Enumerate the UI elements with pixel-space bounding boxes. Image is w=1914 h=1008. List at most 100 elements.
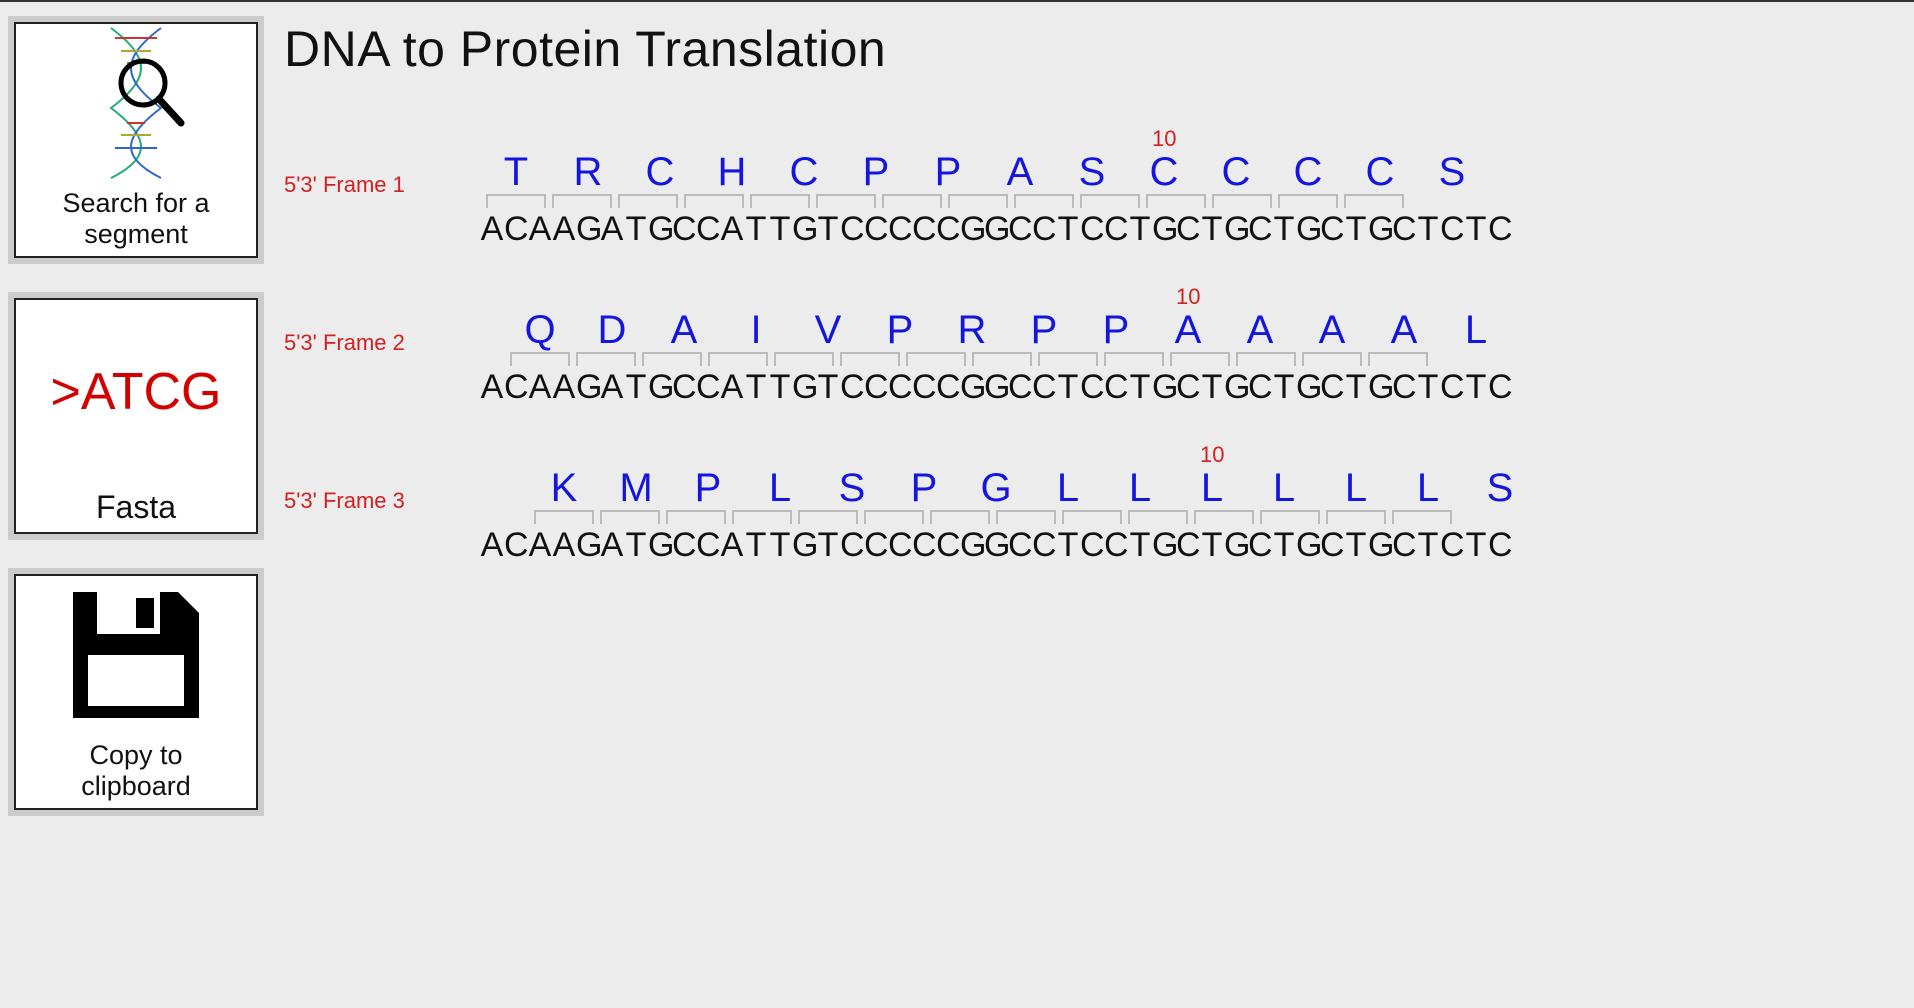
- codon-bracket: [1326, 510, 1386, 524]
- codon-bracket: [642, 352, 702, 366]
- nucleotide: T: [744, 526, 768, 565]
- codon-bracket: [1128, 510, 1188, 524]
- amino-acid: D: [576, 308, 648, 353]
- amino-acid: C: [768, 150, 840, 195]
- nucleotide: A: [720, 526, 744, 565]
- amino-acid: C: [1272, 150, 1344, 195]
- nucleotide: T: [1464, 368, 1488, 407]
- copy-clipboard-button[interactable]: Copy toclipboard: [8, 568, 264, 816]
- codon-bracket: [1104, 352, 1164, 366]
- nucleotide: G: [792, 368, 816, 407]
- codon-bracket: [534, 510, 594, 524]
- nucleotide: C: [504, 210, 528, 249]
- nucleotide: C: [912, 210, 936, 249]
- codon-bracket: [1146, 194, 1206, 208]
- amino-acid: R: [936, 308, 1008, 353]
- amino-acid: S: [1464, 466, 1536, 511]
- amino-acid: A: [1224, 308, 1296, 353]
- codon-bracket: [618, 194, 678, 208]
- nucleotide: C: [840, 368, 864, 407]
- amino-acid: P: [888, 466, 960, 511]
- amino-acid: P: [864, 308, 936, 353]
- codon-bracket: [750, 194, 810, 208]
- amino-acid: C: [1200, 150, 1272, 195]
- nucleotide: C: [672, 526, 696, 565]
- nucleotide: G: [648, 368, 672, 407]
- nucleotide: G: [984, 526, 1008, 565]
- nucleotide: T: [768, 210, 792, 249]
- amino-acid: A: [1296, 308, 1368, 353]
- amino-acid: L: [1176, 466, 1248, 511]
- nucleotide: G: [1368, 368, 1392, 407]
- amino-acid: Q: [504, 308, 576, 353]
- nucleotide: C: [672, 210, 696, 249]
- codon-bracket: [930, 510, 990, 524]
- nucleotide: C: [1488, 526, 1512, 565]
- nucleotide: A: [480, 210, 504, 249]
- app-root: Search for asegment >ATCG Fasta Copy toc…: [0, 2, 1914, 1008]
- amino-acid: P: [840, 150, 912, 195]
- frames-container: 5'3' Frame 110TRCHCPPASCCCCSACAAGATGCCAT…: [280, 120, 1914, 594]
- codon-bracket: [1344, 194, 1404, 208]
- codon-bracket: [1194, 510, 1254, 524]
- amino-acid: P: [912, 150, 984, 195]
- codon-bracket: [1062, 510, 1122, 524]
- nucleotide: C: [1320, 526, 1344, 565]
- nucleotide: T: [768, 368, 792, 407]
- nucleotide: G: [1296, 368, 1320, 407]
- main-content: DNA to Protein Translation 5'3' Frame 11…: [280, 2, 1914, 1008]
- nucleotide: A: [600, 368, 624, 407]
- codon-bracket: [882, 194, 942, 208]
- nucleotide: C: [1008, 368, 1032, 407]
- nucleotide: A: [600, 526, 624, 565]
- nucleotide: G: [1152, 210, 1176, 249]
- codon-bracket: [798, 510, 858, 524]
- nucleotide: G: [648, 210, 672, 249]
- amino-acid: A: [1368, 308, 1440, 353]
- codon-bracket: [684, 194, 744, 208]
- copy-clipboard-label: Copy toclipboard: [14, 736, 258, 810]
- nucleotide: C: [936, 368, 960, 407]
- nucleotide: C: [912, 368, 936, 407]
- nucleotide: T: [768, 526, 792, 565]
- nucleotide: T: [1200, 526, 1224, 565]
- nucleotide: T: [624, 526, 648, 565]
- amino-acid: L: [1392, 466, 1464, 511]
- nucleotide: G: [792, 526, 816, 565]
- nucleotide: A: [528, 210, 552, 249]
- nucleotide: C: [696, 368, 720, 407]
- nucleotide: G: [576, 526, 600, 565]
- nucleotide: T: [1272, 526, 1296, 565]
- nucleotide: G: [1368, 526, 1392, 565]
- amino-acid: L: [1320, 466, 1392, 511]
- amino-acid: L: [1248, 466, 1320, 511]
- nucleotide: T: [624, 210, 648, 249]
- position-marker: 10: [1200, 442, 1224, 468]
- codon-bracket: [1302, 352, 1362, 366]
- nucleotide: C: [1440, 368, 1464, 407]
- amino-acid: S: [1056, 150, 1128, 195]
- codon-bracket: [1236, 352, 1296, 366]
- nucleotide: G: [984, 210, 1008, 249]
- amino-acid: L: [1104, 466, 1176, 511]
- search-segment-button[interactable]: Search for asegment: [8, 16, 264, 264]
- nucleotide: C: [1080, 210, 1104, 249]
- nucleotide: C: [936, 526, 960, 565]
- codon-bracket: [972, 352, 1032, 366]
- fasta-button[interactable]: >ATCG Fasta: [8, 292, 264, 540]
- nucleotide: C: [888, 368, 912, 407]
- nucleotide: C: [1008, 526, 1032, 565]
- nucleotide: C: [1248, 210, 1272, 249]
- save-icon: [14, 574, 258, 736]
- codon-bracket: [948, 194, 1008, 208]
- sidebar: Search for asegment >ATCG Fasta Copy toc…: [0, 2, 280, 1008]
- nucleotide: T: [744, 368, 768, 407]
- amino-acid: L: [744, 466, 816, 511]
- nucleotide: C: [1320, 368, 1344, 407]
- codon-bracket-row: [534, 510, 1458, 524]
- amino-acid: H: [696, 150, 768, 195]
- nucleotide: C: [1032, 526, 1056, 565]
- nucleotide: C: [1392, 526, 1416, 565]
- nucleotide: T: [1464, 210, 1488, 249]
- codon-bracket: [1392, 510, 1452, 524]
